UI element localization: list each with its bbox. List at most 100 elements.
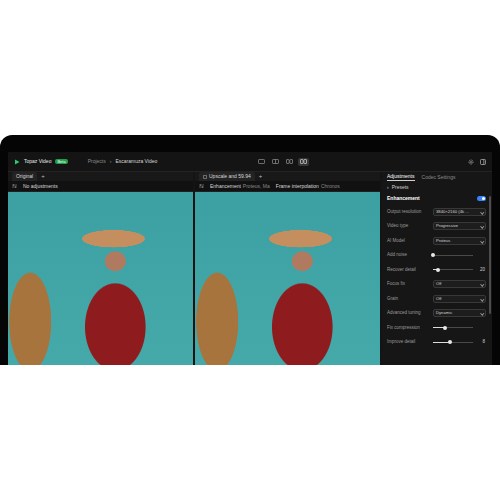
setting-row: Advanced tuning Dynamic <box>387 306 486 321</box>
pane-tab[interactable]: Original <box>12 172 37 180</box>
adjustments-icon <box>199 184 204 188</box>
setting-dropdown[interactable]: Proteus <box>433 237 486 245</box>
presets-header[interactable]: ›Presets <box>387 181 486 192</box>
setting-dropdown[interactable]: Off <box>433 280 486 288</box>
laptop-frame: Topaz VideoBetaProjects›Escaramuza Video… <box>0 135 500 365</box>
note-label: Enhancement <box>210 183 241 189</box>
presets-label[interactable]: Presets <box>392 184 409 190</box>
breadcrumb-item[interactable]: Projects <box>88 158 106 164</box>
layout-icon <box>272 159 279 164</box>
pane-tab[interactable]: Upscale and 59.94 <box>199 172 255 180</box>
layout-icon <box>286 159 293 164</box>
toggle-knob <box>482 197 485 200</box>
view-mode-button[interactable] <box>270 158 281 166</box>
video-frame <box>195 192 380 365</box>
adjustments-icon <box>12 184 17 188</box>
view-mode-button[interactable] <box>256 158 267 166</box>
pane-note: Frame interpolationChronos <box>276 183 340 189</box>
setting-label: Video type <box>387 223 408 229</box>
slider-knob[interactable] <box>448 340 452 344</box>
setting-row: Improve detail 8 <box>387 335 486 350</box>
scrollbar[interactable] <box>489 196 491 314</box>
breadcrumb-separator: › <box>110 158 112 164</box>
setting-row: Add noise <box>387 248 486 263</box>
slider-track[interactable] <box>433 342 473 343</box>
title-right <box>468 159 486 165</box>
pane-note: No adjustments <box>23 183 58 189</box>
sidebar-tab[interactable]: Codec Settings <box>422 173 456 181</box>
setting-label: Output resolution <box>387 209 421 215</box>
panel-icon[interactable] <box>480 159 486 165</box>
setting-label: Grain <box>387 296 398 302</box>
setting-label: Focus fix <box>387 281 405 287</box>
slider-value: 8 <box>476 339 485 345</box>
breadcrumb-item[interactable]: Escaramuza Video <box>115 158 157 164</box>
setting-label: Recover detail <box>387 267 416 273</box>
slider-knob[interactable] <box>431 253 435 257</box>
app-name: Topaz Video <box>24 158 51 164</box>
setting-row: Focus fix Off <box>387 277 486 292</box>
setting-slider[interactable] <box>433 255 486 256</box>
setting-dropdown[interactable]: Dynamic <box>433 309 486 317</box>
title-left: Topaz Video Beta Projects ›Escaramuza Video <box>14 158 157 164</box>
pane-tab-bar: Upscale and 59.94 + <box>195 172 380 181</box>
video-frame <box>8 192 193 365</box>
setting-label: Improve detail <box>387 339 415 345</box>
setting-label: AI Model <box>387 238 405 244</box>
setting-label: Advanced tuning <box>387 310 421 316</box>
setting-row: Recover detail 20 <box>387 262 486 277</box>
workspace: Original + No adjustments Upscale and 59.94… <box>8 172 492 365</box>
setting-row: Grain Off <box>387 291 486 306</box>
layout-icon <box>258 159 265 164</box>
slider-track[interactable] <box>433 255 473 256</box>
setting-row: Video type Progressive <box>387 219 486 234</box>
setting-dropdown[interactable]: Progressive <box>433 222 486 230</box>
breadcrumb-bar: Projects ›Escaramuza Video <box>88 158 158 164</box>
preview-pane: Upscale and 59.94+EnhancementProteus, Ma… <box>195 172 380 365</box>
add-tab-button[interactable]: + <box>259 173 263 181</box>
setting-label: Add noise <box>387 252 407 258</box>
note-label: Frame interpolation <box>276 183 319 189</box>
slider-knob[interactable] <box>436 268 440 272</box>
setting-slider[interactable]: 8 <box>433 339 486 345</box>
note-value: Chronos <box>321 183 340 189</box>
add-tab-button[interactable]: + <box>41 173 45 181</box>
logo-icon <box>14 159 20 165</box>
preset-icon <box>203 175 207 179</box>
sidebar-tab[interactable]: Adjustments <box>387 172 415 181</box>
setting-label: Fix compression <box>387 325 420 331</box>
view-mode-button[interactable] <box>284 158 295 166</box>
slider-value: 20 <box>476 267 485 273</box>
pane-tab-label[interactable]: Original <box>16 173 33 179</box>
note-value: Proteus, Ma <box>243 183 270 189</box>
note-label: No adjustments <box>23 183 58 189</box>
slider-knob[interactable] <box>443 326 447 330</box>
setting-dropdown[interactable]: Off <box>433 295 486 303</box>
preview-pane: Original + No adjustments <box>8 172 193 365</box>
enhancement-header: Enhancement <box>387 192 486 204</box>
app-window: Topaz VideoBetaProjects›Escaramuza Video… <box>8 152 492 365</box>
setting-slider[interactable] <box>433 327 486 328</box>
gear-icon[interactable] <box>468 159 474 165</box>
slider-track[interactable] <box>433 327 473 328</box>
title-bar: Topaz Video Beta Projects ›Escaramuza Video <box>8 152 492 172</box>
adjustments-sidebar: AdjustmentsCodec Settings›PresetsEnhance… <box>382 172 492 365</box>
layout-icon <box>300 159 307 164</box>
setting-slider[interactable]: 20 <box>433 267 486 273</box>
pane-info-bar: No adjustments <box>8 181 193 192</box>
presets-chevron[interactable]: › <box>387 184 389 190</box>
setting-row: Output resolution 3840×2160 (4k ... <box>387 204 486 219</box>
pane-tab-label[interactable]: Upscale and 59.94 <box>209 173 251 179</box>
slider-track[interactable] <box>433 269 473 270</box>
pane-note: EnhancementProteus, Ma <box>210 183 270 189</box>
section-label: Enhancement <box>387 195 420 201</box>
sidebar-tabs: Adjustments Codec Settings <box>387 172 486 181</box>
setting-row: Fix compression <box>387 320 486 335</box>
app-badge: Beta <box>55 159 67 164</box>
pane-info-bar: EnhancementProteus, Ma Frame interpolatio… <box>195 181 380 192</box>
enhancement-toggle[interactable] <box>477 196 486 201</box>
setting-row: AI Model Proteus <box>387 233 486 248</box>
pane-tab-bar: Original + <box>8 172 193 181</box>
setting-dropdown[interactable]: 3840×2160 (4k ... <box>433 208 486 216</box>
view-mode-button[interactable] <box>298 158 309 166</box>
